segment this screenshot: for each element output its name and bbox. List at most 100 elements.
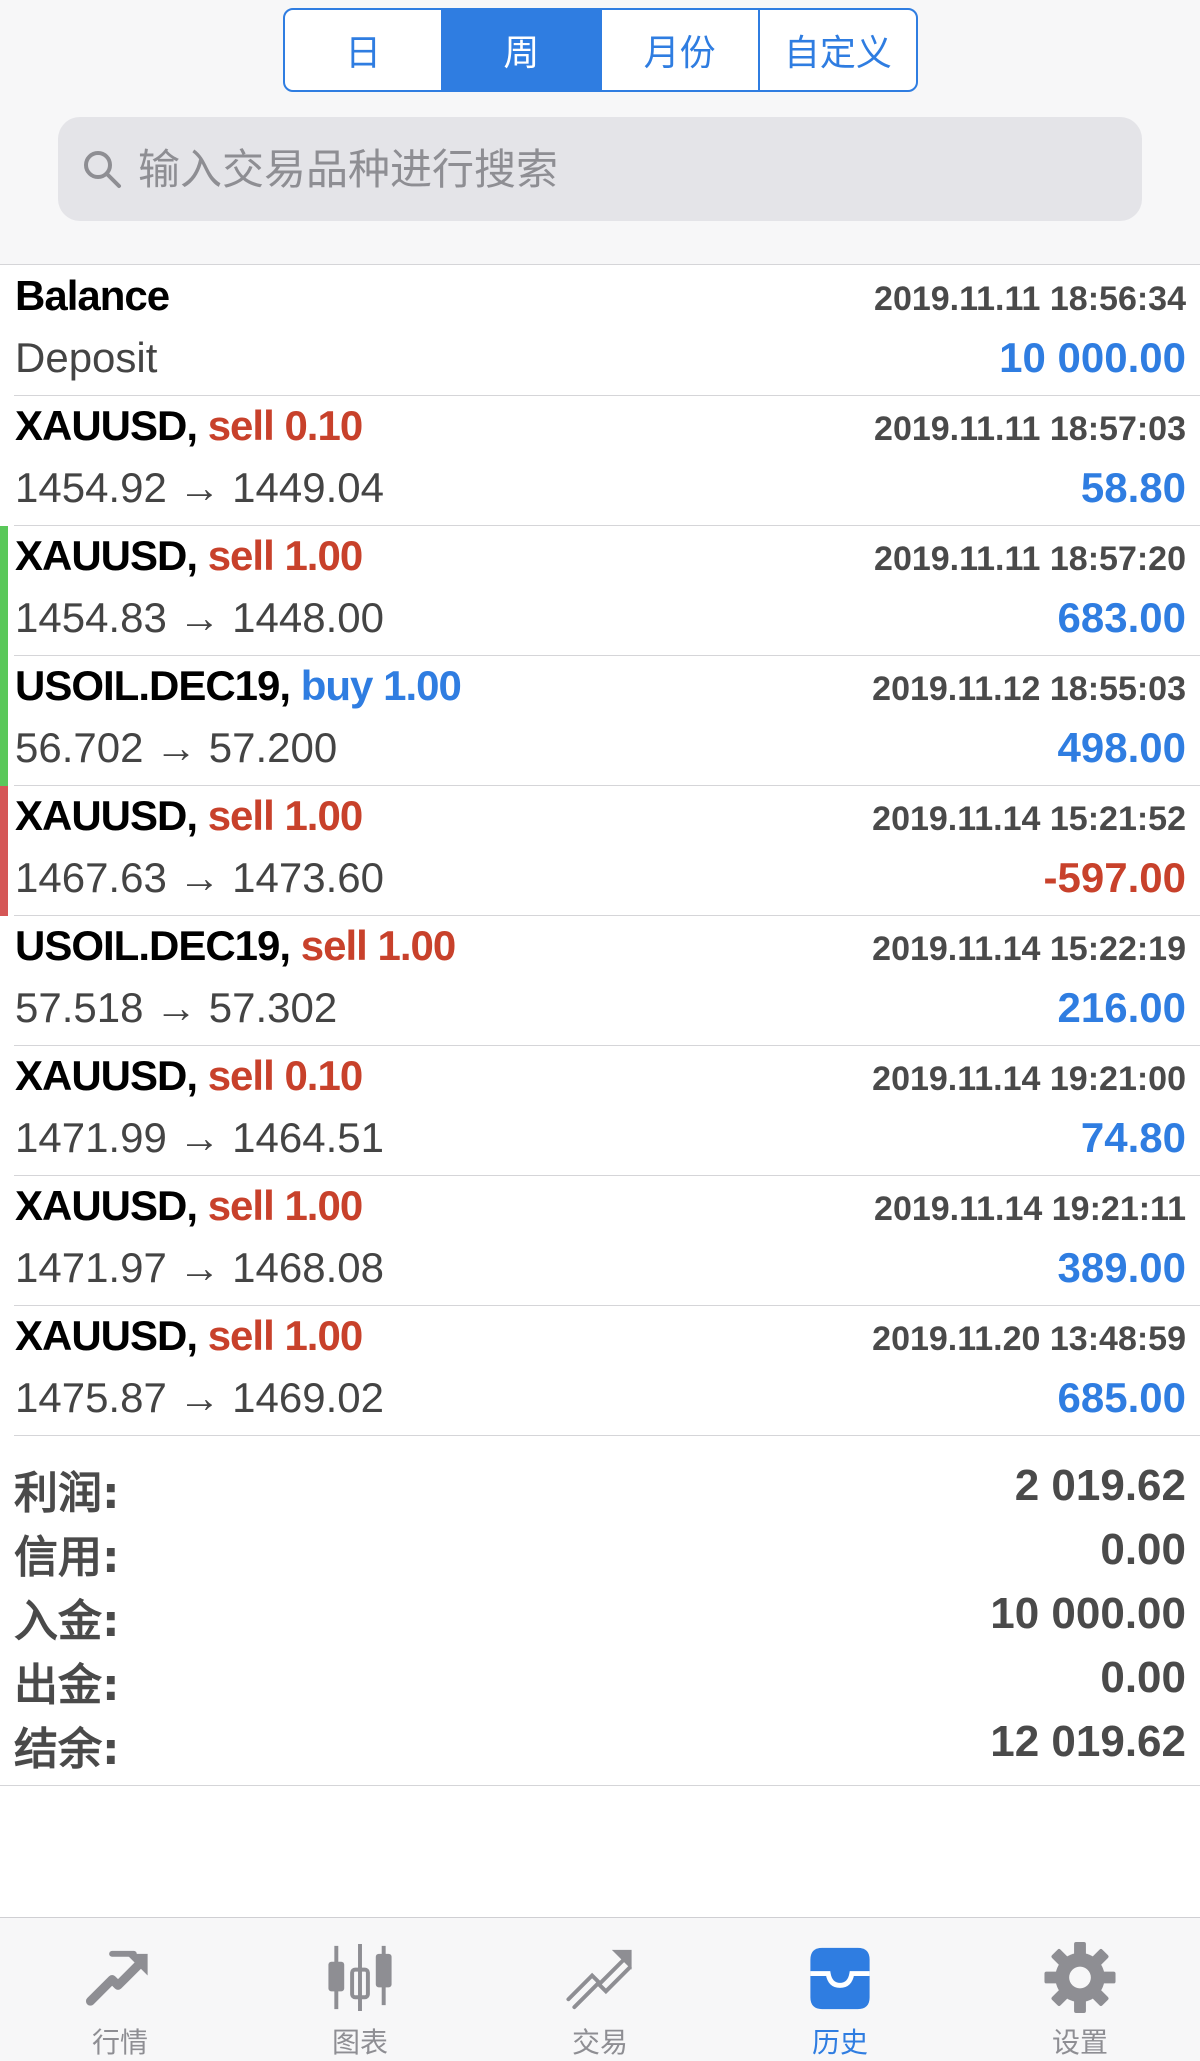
- deal-row[interactable]: XAUUSD, sell 1.00 2019.11.20 13:48:59 14…: [14, 1306, 1200, 1436]
- summary-label: 信用:: [14, 1532, 120, 1583]
- deal-side: sell: [207, 532, 275, 579]
- deal-symbol: XAUUSD,: [15, 532, 198, 579]
- trade-icon: [566, 1949, 632, 2010]
- deal-side: sell: [300, 922, 368, 969]
- chart-icon: [328, 1943, 392, 2012]
- deal-title: XAUUSD, sell 0.10: [15, 1052, 363, 1100]
- summary-value: 12 019.62: [990, 1717, 1186, 1766]
- tab-label: 设置: [1051, 2026, 1108, 2059]
- deal-time: 2019.11.14 15:21:52: [872, 800, 1186, 838]
- summary-value: 2 019.62: [1014, 1461, 1186, 1510]
- row-stripe: [0, 396, 8, 526]
- deal-volume: 1.00: [284, 792, 363, 839]
- deal-row[interactable]: Balance 2019.11.11 18:56:34 Deposit 10 0…: [14, 266, 1200, 396]
- deal-time: 2019.11.14 19:21:11: [874, 1190, 1186, 1228]
- tab-settings[interactable]: 设置: [960, 1918, 1200, 2061]
- period-tab-month[interactable]: 月份: [602, 10, 760, 90]
- search-icon: [84, 151, 121, 188]
- deal-title: USOIL.DEC19, buy 1.00: [15, 662, 462, 710]
- deal-detail: 1467.63 → 1473.60: [15, 854, 384, 901]
- summary-label: 入金:: [14, 1596, 120, 1647]
- summary-label: 利润:: [14, 1468, 120, 1519]
- deal-symbol: USOIL.DEC19,: [15, 922, 291, 969]
- summary-row-profit: 利润: 2 019.62: [14, 1457, 1186, 1521]
- deal-time: 2019.11.20 13:48:59: [872, 1320, 1186, 1358]
- deal-history-list: Balance 2019.11.11 18:56:34 Deposit 10 0…: [0, 266, 1200, 1436]
- deal-symbol: XAUUSD,: [15, 1052, 198, 1099]
- deal-detail: 56.702 → 57.200: [15, 724, 338, 771]
- deal-symbol: USOIL.DEC19,: [15, 662, 291, 709]
- deal-detail: 1471.99 → 1464.51: [15, 1114, 384, 1161]
- deal-symbol: XAUUSD,: [15, 1312, 198, 1359]
- row-stripe: [0, 1176, 8, 1306]
- row-stripe: [0, 1306, 8, 1436]
- deal-side: sell: [207, 1052, 275, 1099]
- deal-volume: 1.00: [284, 1182, 363, 1229]
- deal-time: 2019.11.11 18:56:34: [874, 280, 1186, 318]
- tab-trade[interactable]: 交易: [480, 1918, 720, 2061]
- tab-chart[interactable]: 图表: [240, 1918, 480, 2061]
- row-stripe: [0, 786, 8, 916]
- summary-label: 出金:: [14, 1660, 120, 1711]
- tab-label: 图表: [331, 2026, 388, 2059]
- deal-symbol: XAUUSD,: [15, 402, 198, 449]
- summary-row-withdrawal: 出金: 0.00: [14, 1649, 1186, 1713]
- summary-row-deposit: 入金: 10 000.00: [14, 1585, 1186, 1649]
- deal-time: 2019.11.12 18:55:03: [872, 670, 1186, 708]
- deal-row[interactable]: XAUUSD, sell 0.10 2019.11.11 18:57:03 14…: [14, 396, 1200, 526]
- deal-side: sell: [207, 402, 275, 449]
- deal-volume: 1.00: [377, 922, 456, 969]
- deal-row[interactable]: XAUUSD, sell 1.00 2019.11.14 19:21:11 14…: [14, 1176, 1200, 1306]
- deal-volume: 1.00: [284, 1312, 363, 1359]
- period-tab-week[interactable]: 周: [443, 10, 602, 90]
- deal-detail: 1454.83 → 1448.00: [15, 594, 384, 641]
- tab-quotes[interactable]: 行情: [0, 1918, 240, 2061]
- deal-amount: 216.00: [1057, 984, 1186, 1031]
- deal-time: 2019.11.14 19:21:00: [872, 1060, 1186, 1098]
- summary-row-balance: 结余: 12 019.62: [14, 1713, 1186, 1777]
- deal-row[interactable]: XAUUSD, sell 1.00 2019.11.14 15:21:52 14…: [0, 786, 1200, 916]
- filter-header: 日 周 月份 自定义: [0, 0, 1200, 265]
- deal-title: XAUUSD, sell 1.00: [15, 1312, 363, 1360]
- deal-symbol: XAUUSD,: [15, 1182, 198, 1229]
- deal-side: sell: [207, 1182, 275, 1229]
- deal-volume: 1.00: [383, 662, 462, 709]
- deal-title: XAUUSD, sell 1.00: [15, 532, 363, 580]
- deal-detail: 57.518 → 57.302: [15, 984, 338, 1031]
- period-segmented-control: 日 周 月份 自定义: [283, 8, 918, 92]
- deal-detail: 1454.92 → 1449.04: [15, 464, 384, 511]
- search-bar[interactable]: [58, 117, 1142, 221]
- deal-amount: 683.00: [1057, 594, 1186, 641]
- deal-row[interactable]: USOIL.DEC19, sell 1.00 2019.11.14 15:22:…: [14, 916, 1200, 1046]
- deal-row[interactable]: XAUUSD, sell 1.00 2019.11.11 18:57:20 14…: [0, 526, 1200, 656]
- tab-label: 行情: [91, 2026, 148, 2059]
- deal-row[interactable]: USOIL.DEC19, buy 1.00 2019.11.12 18:55:0…: [0, 656, 1200, 786]
- period-tab-day[interactable]: 日: [285, 10, 444, 90]
- row-stripe: [0, 1046, 8, 1176]
- deal-title: XAUUSD, sell 0.10: [15, 402, 363, 450]
- deal-symbol: Balance: [15, 272, 170, 319]
- deal-row[interactable]: XAUUSD, sell 0.10 2019.11.14 19:21:00 14…: [14, 1046, 1200, 1176]
- summary-value: 0.00: [1100, 1653, 1186, 1702]
- deal-amount: 10 000.00: [999, 334, 1186, 381]
- summary-row-credit: 信用: 0.00: [14, 1521, 1186, 1585]
- deal-volume: 1.00: [284, 532, 363, 579]
- history-icon: [810, 1947, 870, 2010]
- tab-history[interactable]: 历史: [720, 1918, 960, 2061]
- deal-title: XAUUSD, sell 1.00: [15, 1182, 363, 1230]
- deal-detail: 1475.87 → 1469.02: [15, 1374, 384, 1421]
- deal-side: sell: [207, 792, 275, 839]
- deal-title: Balance: [15, 272, 170, 320]
- period-tab-custom[interactable]: 自定义: [760, 10, 916, 90]
- settings-icon: [1044, 1941, 1116, 2014]
- deal-amount: 685.00: [1057, 1374, 1186, 1421]
- row-stripe: [0, 656, 8, 786]
- deal-volume: 0.10: [284, 1052, 363, 1099]
- search-input[interactable]: [138, 144, 1142, 194]
- deal-amount: 389.00: [1057, 1244, 1186, 1291]
- row-stripe: [0, 266, 8, 396]
- deal-side: sell: [207, 1312, 275, 1359]
- deal-symbol: XAUUSD,: [15, 792, 198, 839]
- row-stripe: [0, 916, 8, 1046]
- summary-value: 0.00: [1100, 1525, 1186, 1574]
